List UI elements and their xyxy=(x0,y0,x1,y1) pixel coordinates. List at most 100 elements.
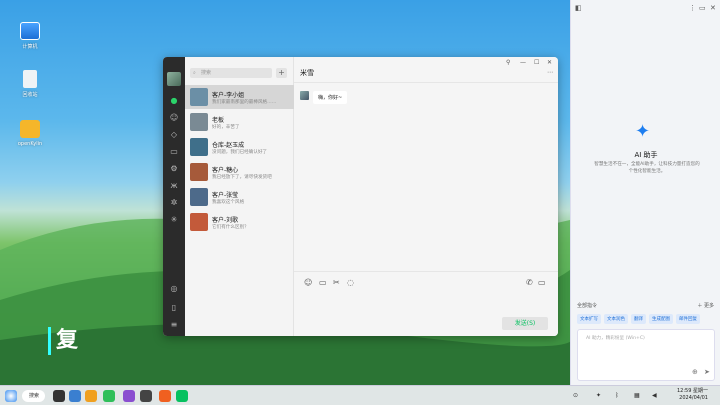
volume-icon[interactable]: ◀ xyxy=(652,392,657,399)
conversation-item[interactable]: 客户-张莹 我喜欢这个风格 xyxy=(185,185,294,209)
send-button[interactable]: 发送(S) xyxy=(502,317,548,330)
conversation-avatar xyxy=(190,138,208,156)
conversation-preview: 好的，辛苦了 xyxy=(212,125,240,130)
tray-icon[interactable]: ⊙ xyxy=(573,392,578,399)
chat-title: 米雪 xyxy=(300,69,314,77)
clock-time: 12:59 星期一 xyxy=(677,388,708,394)
more-link[interactable]: ＋ 更多 xyxy=(697,302,714,309)
taskbar: 搜索 ⊙ ✦ ᛒ ▦ ◀ 12:59 星期一 2024/04/01 xyxy=(0,385,720,405)
conversation-item[interactable]: 客户-糖心 我已经放下了，请尽快发货吧 xyxy=(185,160,294,184)
conversation-name: 客户-糖心 xyxy=(212,167,239,174)
conversation-name: 客户-李小姐 xyxy=(212,92,245,99)
conversation-name: 老板 xyxy=(212,117,225,124)
chat-icon[interactable]: ● xyxy=(163,92,185,109)
butterfly-icon[interactable]: ж xyxy=(163,177,185,194)
app-icon[interactable] xyxy=(159,390,171,402)
conversation-avatar xyxy=(190,163,208,181)
browser-icon[interactable] xyxy=(85,390,97,402)
minimize-icon[interactable]: — xyxy=(520,59,526,66)
assistant-panel: ◧ ⋮ ▭ ✕ ✦ AI 助手 智慧生活不在一，全能AI助手，让科技力量打造您的… xyxy=(570,0,720,385)
desktop-icon-label: openKylin xyxy=(17,141,43,147)
user-avatar[interactable] xyxy=(167,72,181,86)
assistant-subtitle: 智慧生活不在一，全能AI助手，让科技力量打造您的个性化智能生活。 xyxy=(594,162,700,174)
clock[interactable]: 12:59 星期一 2024/04/01 xyxy=(668,388,708,402)
phone-icon[interactable]: ▯ xyxy=(163,299,185,316)
app-icon[interactable] xyxy=(123,390,135,402)
maximize-icon[interactable]: ☐ xyxy=(534,59,539,66)
conversation-avatar xyxy=(190,113,208,131)
pin-icon[interactable]: ⚲ xyxy=(506,59,510,66)
start-menu-icon[interactable] xyxy=(5,390,17,402)
taskbar-search[interactable]: 搜索 xyxy=(22,390,45,402)
chip[interactable]: 文本扩写 xyxy=(577,314,601,324)
chip[interactable]: 生成配图 xyxy=(649,314,673,324)
clock-date: 2024/04/01 xyxy=(679,395,708,401)
menu-icon[interactable]: ≡ xyxy=(163,316,185,333)
chip[interactable]: 邮件回复 xyxy=(676,314,700,324)
message-avatar xyxy=(300,91,309,100)
app-icon[interactable] xyxy=(140,390,152,402)
multitask-icon[interactable] xyxy=(53,390,65,402)
scissors-icon[interactable]: ✂ xyxy=(333,278,340,287)
gear-icon[interactable]: ✲ xyxy=(163,194,185,211)
plus-icon: + xyxy=(278,68,285,77)
desktop-icon-label: 计算机 xyxy=(22,44,38,50)
app-icon[interactable] xyxy=(103,390,115,402)
folder-icon[interactable]: ▭ xyxy=(163,143,185,160)
trash-icon xyxy=(23,70,37,88)
search-icon: ⌕ xyxy=(193,70,196,76)
conversation-preview: 它们有什么区别？ xyxy=(212,225,249,230)
conversation-avatar xyxy=(190,188,208,206)
nav-rail: ● ☺ ◇ ▭ ⚙ ж ✲ ✳ ◎ ▯ ≡ xyxy=(163,57,185,336)
desktop-icon-folder[interactable]: openKylin xyxy=(10,120,50,147)
menu-icon[interactable]: ⋮ xyxy=(689,4,696,12)
search-input[interactable]: ⌕ 搜索 xyxy=(190,68,272,78)
close-icon[interactable]: ✕ xyxy=(710,4,716,12)
conversation-name: 客户-张莹 xyxy=(212,192,239,199)
chat-window: ● ☺ ◇ ▭ ⚙ ж ✲ ✳ ◎ ▯ ≡ ⌕ 搜索 + 客户-李小姐 我们家最… xyxy=(163,57,558,336)
settings-icon[interactable]: ⚙ xyxy=(163,160,185,177)
send-icon[interactable]: ➤ xyxy=(704,368,710,376)
search-placeholder: 搜索 xyxy=(201,70,212,76)
folder-icon[interactable]: ▭ xyxy=(319,278,327,287)
contacts-icon[interactable]: ☺ xyxy=(163,109,185,126)
conversation-item[interactable]: 客户-刘歌 它们有什么区别？ xyxy=(185,210,294,234)
sidebar-toggle-icon[interactable]: ◧ xyxy=(575,4,582,12)
conversation-item[interactable]: 客户-李小姐 我们家最南那里的最棒风格…… xyxy=(185,85,294,109)
command-chips: 文本扩写 文本润色 翻译 生成配图 邮件回复 xyxy=(577,314,717,324)
attach-icon[interactable]: ⊕ xyxy=(692,368,698,376)
conversation-preview: 没问题，我们已经确认好了 xyxy=(212,150,268,155)
assistant-input[interactable]: AI 助力，精彩纷呈 (Win+C) ⊕ ➤ xyxy=(577,329,715,381)
bluetooth-icon[interactable]: ᛒ xyxy=(615,392,619,399)
close-icon[interactable]: ✕ xyxy=(547,59,552,66)
input-toolbar: ☺ ▭ ✂ ◌ ✆ ▭ xyxy=(294,271,558,287)
compass-icon[interactable]: ◎ xyxy=(163,280,185,297)
conversation-avatar xyxy=(190,88,208,106)
spark-icon[interactable]: ✳ xyxy=(163,211,185,228)
conversation-item[interactable]: 仓库-赵玉成 没问题，我们已经确认好了 xyxy=(185,135,294,159)
conversation-preview: 我已经放下了，请尽快发货吧 xyxy=(212,175,272,180)
desktop-icon-trash[interactable]: 回收站 xyxy=(10,70,50,98)
assistant-logo-icon: ✦ xyxy=(635,121,651,142)
desktop-icon-label: 回收站 xyxy=(22,92,38,98)
chat-main: 米雪 ⚲ — ☐ ✕ ⋯ 嗨，你好~ ☺ ▭ ✂ ◌ ✆ ▭ 发送(S) xyxy=(294,57,558,336)
phone-icon[interactable]: ✆ xyxy=(526,278,533,287)
add-button[interactable]: + xyxy=(276,68,287,78)
message-bubble: 嗨，你好~ xyxy=(313,91,348,104)
desktop-icon-computer[interactable]: 计算机 xyxy=(10,22,50,50)
chip[interactable]: 翻译 xyxy=(631,314,646,324)
tray-icon[interactable]: ✦ xyxy=(596,392,601,399)
more-label: 更多 xyxy=(703,303,714,309)
conversation-item[interactable]: 老板 好的，辛苦了 xyxy=(185,110,294,134)
files-icon[interactable] xyxy=(69,390,81,402)
restore-icon[interactable]: ▭ xyxy=(699,4,706,12)
network-icon[interactable]: ▦ xyxy=(634,392,640,399)
emoji-icon[interactable]: ☺ xyxy=(304,278,312,287)
video-icon[interactable]: ▭ xyxy=(538,278,546,287)
box-icon[interactable]: ◇ xyxy=(163,126,185,143)
chip[interactable]: 文本润色 xyxy=(604,314,628,324)
chat-bubble-icon[interactable]: ◌ xyxy=(347,278,354,287)
conversation-preview: 我们家最南那里的最棒风格…… xyxy=(212,100,277,105)
more-icon[interactable]: ⋯ xyxy=(547,69,553,76)
wechat-icon[interactable] xyxy=(176,390,188,402)
